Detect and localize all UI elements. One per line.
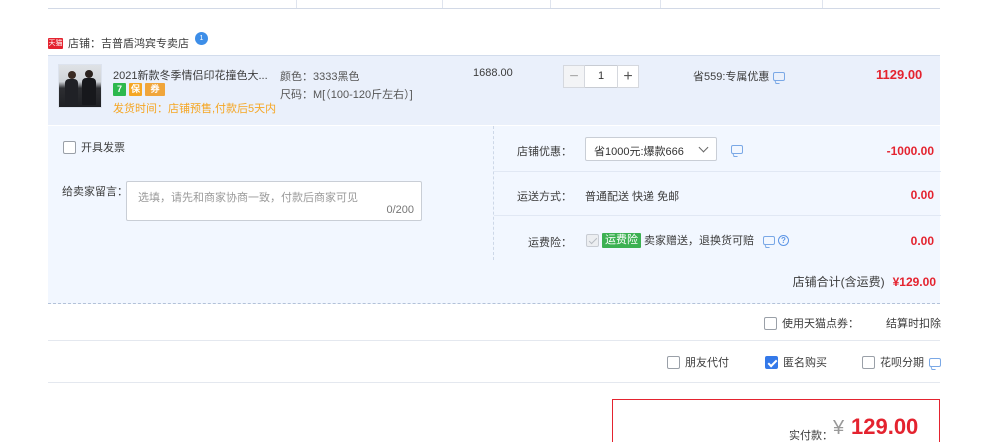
tmall-points-value: 结算时扣除 [886, 318, 941, 330]
shipping-label: 运送方式： [517, 191, 572, 203]
shop-discount-amount: -1000.00 [886, 144, 934, 158]
order-item: 2021新款冬季情侣印花撞色大... 7 保 券 发货时间：店铺预售,付款后5天… [48, 55, 940, 125]
chevron-down-icon [698, 142, 709, 153]
divider [494, 215, 941, 216]
ship-time: 发货时间：店铺预售,付款后5天内 [113, 103, 277, 115]
order-options: 开具发票 给卖家留言： 选填，请先和商家协商一致，付款后商家可见 0/200 [48, 126, 493, 260]
insurance-text: 卖家赠送，退换货可赔 [644, 235, 754, 247]
decrease-button[interactable]: − [563, 65, 585, 88]
coupon-icon: 券 [145, 83, 165, 96]
anonymous-label: 匿名购买 [783, 357, 827, 369]
invoice-label: 开具发票 [81, 142, 125, 154]
unit-price: 1688.00 [473, 67, 513, 79]
shipping-method: 普通配送 快递 免邮 [585, 191, 680, 203]
service-badges: 7 保 券 [113, 83, 165, 96]
friend-pay-label: 朋友代付 [685, 357, 729, 369]
message-to-seller-input[interactable]: 选填，请先和商家协商一致，付款后商家可见 0/200 [126, 181, 422, 221]
friend-pay-checkbox[interactable] [667, 355, 680, 369]
friend-pay-option: 朋友代付 [667, 354, 729, 370]
guarantee-icon: 保 [129, 83, 142, 96]
header-separator [442, 0, 443, 8]
shop-total-bar: 店铺合计(含运费) ¥129.00 [48, 260, 940, 304]
wangwang-chat-icon[interactable]: 1 [195, 31, 208, 45]
quantity-input[interactable]: 1 [585, 65, 617, 88]
shop-discount-label: 店铺优惠： [517, 146, 572, 158]
huabei-label: 花呗分期 [880, 357, 924, 369]
message-char-count: 0/200 [386, 204, 414, 216]
anonymous-option: 匿名购买 [765, 354, 827, 370]
shop-total-label: 店铺合计(含运费) [792, 275, 885, 289]
huabei-checkbox[interactable] [862, 355, 875, 369]
anonymous-checkbox[interactable] [765, 355, 778, 369]
insurance-option: 运费险 卖家赠送，退换货可赔 ? [586, 232, 789, 248]
product-title[interactable]: 2021新款冬季情侣印花撞色大... [113, 67, 273, 83]
invoice-option: 开具发票 [63, 139, 125, 155]
currency-symbol: ¥ [833, 417, 845, 439]
insurance-label: 运费险： [528, 237, 572, 249]
item-subtotal: 1129.00 [876, 67, 923, 82]
promotion-text: 省559:专属优惠 [693, 71, 770, 83]
comment-icon[interactable] [773, 71, 786, 81]
size-attribute: 尺码：M[（100-120斤左右）] [280, 89, 413, 101]
header-separator [822, 0, 823, 8]
message-label: 给卖家留言： [62, 186, 128, 198]
header-separator [296, 0, 297, 8]
comment-icon[interactable] [763, 235, 775, 245]
color-attribute: 颜色：3333黑色 [280, 71, 360, 83]
actual-payment-label: 实付款： [789, 430, 833, 442]
divider [48, 340, 940, 341]
insurance-tag: 运费险 [602, 232, 641, 248]
tmall-points-option: 使用天猫点券： 结算时扣除 [764, 315, 941, 331]
help-icon[interactable]: ? [778, 234, 789, 246]
comment-icon[interactable] [731, 145, 743, 154]
product-thumbnail[interactable] [58, 64, 102, 108]
huabei-option: 花呗分期 [862, 354, 941, 370]
header-separator [660, 0, 661, 8]
shop-total-value: ¥129.00 [892, 275, 936, 289]
shop-discount-select[interactable]: 省1000元:爆款666 [585, 137, 717, 161]
table-header [48, 0, 940, 9]
shop-row: 天猫 店铺：吉普盾鸿宾专卖店 1 [48, 31, 208, 52]
tmall-points-checkbox[interactable] [764, 316, 777, 330]
quantity-stepper: − 1 + [563, 65, 639, 88]
seven-day-return-icon: 7 [113, 83, 126, 96]
actual-payment-amount: 129.00 [851, 414, 919, 439]
header-separator [550, 0, 551, 8]
insurance-checkbox [586, 233, 599, 247]
order-summary-panel: 店铺优惠： 省1000元:爆款666 -1000.00 运送方式： 普通配送 快… [493, 126, 941, 260]
shop-total: 店铺合计(含运费) ¥129.00 [793, 273, 936, 290]
item-promotion: 省559:专属优惠 [693, 68, 786, 84]
comment-icon[interactable] [929, 357, 941, 367]
invoice-checkbox[interactable] [63, 140, 76, 154]
increase-button[interactable]: + [617, 65, 639, 88]
message-placeholder: 选填，请先和商家协商一致，付款后商家可见 [138, 192, 358, 204]
shop-discount-value: 省1000元:爆款666 [594, 146, 684, 158]
tmall-points-label: 使用天猫点券： [782, 318, 859, 330]
insurance-amount: 0.00 [910, 234, 934, 248]
shipping-amount: 0.00 [910, 188, 934, 202]
tmall-icon: 天猫 [48, 37, 63, 49]
actual-payment-box: 实付款： ¥ 129.00 [612, 399, 940, 442]
divider [48, 382, 940, 383]
shop-name[interactable]: 店铺：吉普盾鸿宾专卖店 [68, 35, 189, 51]
divider [494, 171, 941, 172]
